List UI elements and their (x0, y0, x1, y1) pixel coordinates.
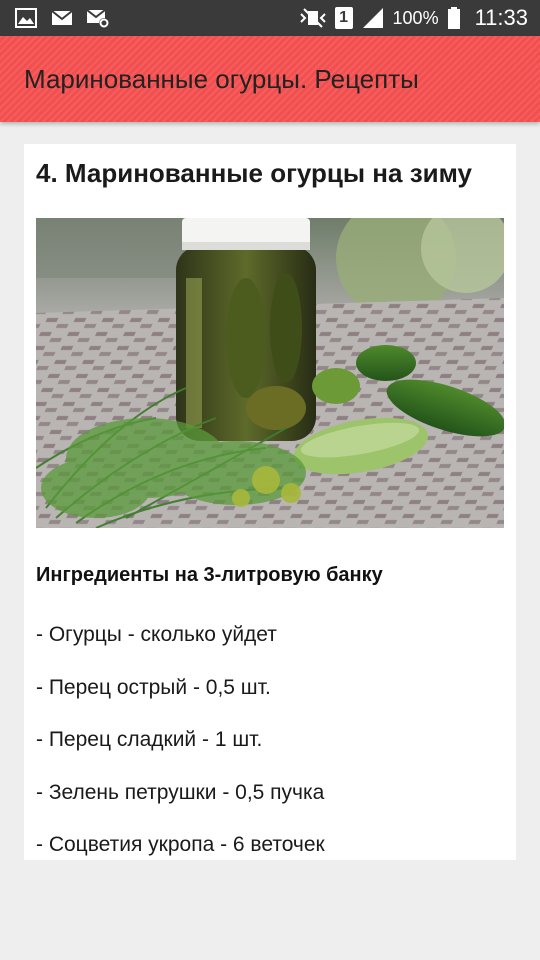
battery-icon (447, 7, 460, 29)
status-bar: 1 100% 11:33 (0, 0, 540, 36)
app-title: Маринованные огурцы. Рецепты (24, 64, 419, 94)
ingredient-item: - Перец острый - 0,5 шт. (36, 675, 271, 699)
signal-icon (362, 8, 383, 28)
ingredients-list: - Огурцы - сколько уйдет - Перец острый … (36, 622, 325, 860)
image-icon (15, 8, 37, 28)
ingredient-item: - Огурцы - сколько уйдет (36, 623, 277, 646)
ingredient-item: - Соцветия укропа - 6 веточек (36, 833, 325, 856)
mail-icon (51, 10, 73, 25)
article-title: 4. Маринованные огурцы на зиму (36, 158, 472, 188)
system-status: 1 100% 11:33 (299, 0, 528, 36)
notification-icons (14, 6, 110, 30)
sim-slot-badge: 1 (334, 7, 353, 29)
mute-vibrate-icon (299, 8, 326, 28)
ingredients-heading: Ингредиенты на 3-литровую банку (36, 564, 383, 586)
ingredient-item: - Зелень петрушки - 0,5 пучка (36, 780, 325, 804)
battery-percent: 100% (392, 7, 439, 28)
ingredient-item: - Перец сладкий - 1 шт. (36, 728, 263, 751)
app-bar: Маринованные огурцы. Рецепты (0, 36, 540, 122)
clock: 11:33 (474, 5, 528, 30)
recipe-photo (36, 218, 504, 528)
mail-settings-icon (86, 9, 109, 28)
article-card[interactable]: 4. Маринованные огурцы на зиму Ингредиен… (24, 144, 516, 860)
pickled-cucumbers-jar-image (36, 218, 504, 528)
